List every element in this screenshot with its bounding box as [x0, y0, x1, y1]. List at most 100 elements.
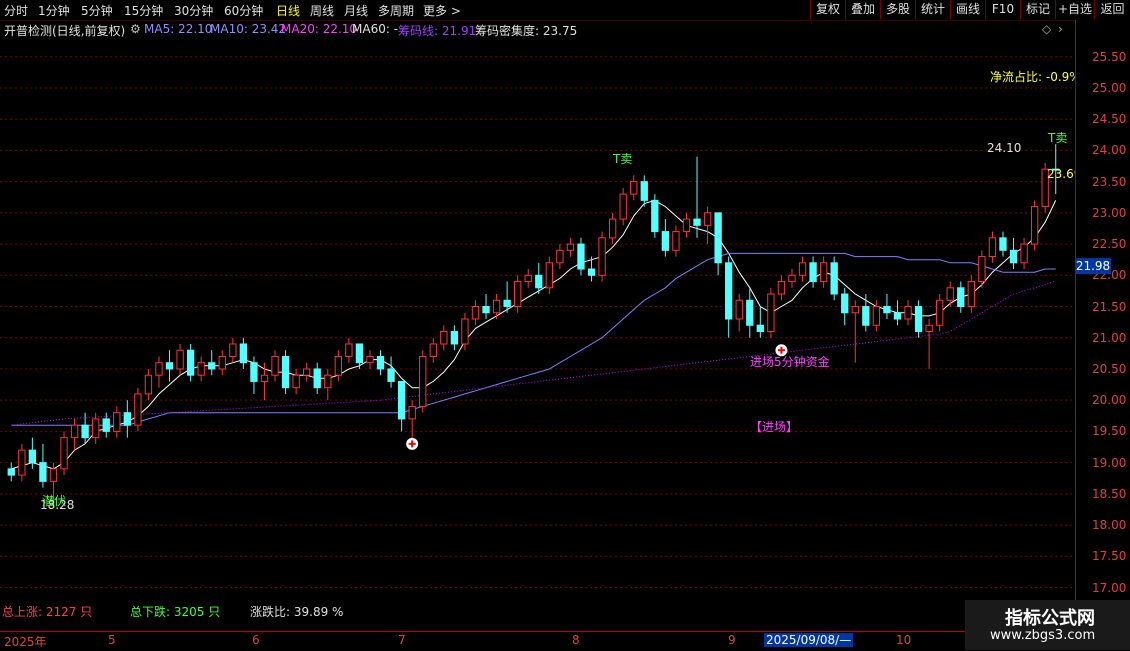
time-label-jul: 7: [398, 633, 406, 647]
price-tick-label: 19.00: [1092, 455, 1127, 470]
price-tick-label: 20.50: [1092, 361, 1127, 376]
indicator-info-bar: 开普检测(日线,前复权) ⚙ MA5: 22.10 MA10: 23.42 MA…: [0, 20, 1075, 38]
candle-body: [292, 374, 300, 389]
price-tick-label: 21.50: [1092, 299, 1127, 314]
candle-body: [661, 231, 670, 251]
lurk-label: 潜伏: [42, 494, 67, 508]
price-tick-label: 17.50: [1092, 549, 1127, 564]
f10-button[interactable]: F10: [985, 0, 1020, 19]
candle-body: [1009, 249, 1018, 264]
time-label-oct: 10: [896, 633, 912, 647]
price-tick-label: 22.50: [1092, 237, 1127, 252]
chip-density-value: 筹码密集度: 23.75: [475, 24, 578, 38]
candle-body: [798, 262, 807, 276]
period-weekly[interactable]: 周线: [310, 2, 334, 19]
scroll-right-icon[interactable]: ›: [1058, 22, 1063, 36]
overlay-button[interactable]: 叠加: [845, 0, 880, 19]
candle-body: [819, 262, 828, 283]
candle-body: [630, 181, 638, 195]
add-watchlist-button[interactable]: +自选: [1055, 0, 1094, 19]
price-tick-label: 19.50: [1092, 424, 1127, 439]
price-tick-label: 23.00: [1092, 205, 1127, 220]
candle-body: [229, 343, 237, 357]
candle-body: [703, 212, 712, 226]
candle-body: [957, 287, 965, 308]
time-axis: 2025年 5 6 7 8 9 2025/09/08/— 10: [0, 631, 1075, 651]
current-price-tag: 21.98: [1075, 258, 1111, 274]
candle-body: [134, 393, 142, 426]
period-60min[interactable]: 60分钟: [224, 2, 263, 19]
candle-body: [714, 212, 722, 264]
candle-body: [176, 349, 184, 370]
settings-icon[interactable]: ⚙: [130, 22, 141, 36]
period-multi[interactable]: 多周期: [378, 2, 414, 19]
candle-body: [556, 249, 564, 264]
candle-body: [28, 449, 37, 464]
candle-body: [978, 256, 986, 283]
candle-body: [788, 274, 796, 283]
chip-line-value: 筹码线: 21.91: [398, 24, 477, 38]
candle-body: [81, 424, 89, 439]
candle-body: [123, 412, 131, 426]
candle-body: [735, 299, 743, 320]
period-15min[interactable]: 15分钟: [124, 2, 163, 19]
candle-body: [725, 262, 733, 320]
price-tick-label: 25.50: [1092, 49, 1127, 64]
period-1min[interactable]: 1分钟: [38, 2, 70, 19]
candle-body: [777, 281, 786, 295]
candle-body: [587, 268, 596, 276]
stats-button[interactable]: 统计: [915, 0, 950, 19]
period-minute-chart[interactable]: 分时: [4, 2, 28, 19]
price-tick-label: 17.00: [1092, 580, 1127, 595]
candle-body: [904, 306, 912, 320]
price-tick-label: 25.00: [1092, 80, 1127, 95]
period-daily[interactable]: 日线: [276, 2, 300, 19]
candle-body: [872, 306, 881, 326]
candle-body: [218, 355, 226, 370]
buy-signal-icon: [406, 437, 419, 450]
total-down-count: 总下跌: 3205 只: [130, 605, 221, 619]
fuquan-button[interactable]: 复权: [810, 0, 845, 19]
candle-body: [862, 306, 870, 326]
multi-stock-button[interactable]: 多股: [880, 0, 915, 19]
candle-body: [461, 318, 469, 345]
mark-button[interactable]: 标记: [1020, 0, 1055, 19]
back-button[interactable]: 返回: [1094, 0, 1130, 19]
candle-body: [756, 324, 764, 332]
candle-body: [524, 274, 532, 283]
ma10-value: MA10: 23.42: [210, 22, 287, 36]
collapse-icon[interactable]: ◇: [1042, 22, 1051, 36]
time-label-jun: 6: [252, 633, 260, 647]
cursor-date-label: 2025/09/08/—: [764, 633, 854, 647]
price-tick-label: 18.50: [1092, 486, 1127, 501]
period-monthly[interactable]: 月线: [344, 2, 368, 19]
stock-title: 开普检测(日线,前复权): [4, 24, 126, 38]
time-label-sep: 9: [728, 633, 736, 647]
series-line-2: [11, 280, 1056, 426]
candle-body: [566, 243, 575, 251]
candle-body: [144, 374, 153, 395]
period-30min[interactable]: 30分钟: [174, 2, 213, 19]
candle-body: [271, 355, 279, 376]
watermark-url: www.zbgs3.com: [990, 628, 1096, 643]
candle-body: [503, 299, 511, 308]
price-axis: 25.50 25.00 24.50 24.00 23.50 23.00 22.50 22.00…: [1075, 20, 1130, 631]
draw-line-button[interactable]: 画线: [950, 0, 985, 19]
candle-body: [535, 274, 543, 289]
candle-body: [440, 330, 448, 345]
t-sell-label-left: T卖: [613, 152, 633, 166]
kline-chart[interactable]: [0, 38, 1075, 600]
candle-body: [345, 343, 353, 357]
ma60-value: MA60: -: [352, 22, 399, 36]
candle-body: [651, 199, 659, 233]
candle-body: [893, 312, 902, 320]
up-down-ratio: 涨跌比: 39.89 %: [250, 605, 344, 619]
candle-body: [914, 306, 923, 332]
watermark-title: 指标公式网: [1005, 608, 1095, 629]
period-5min[interactable]: 5分钟: [81, 2, 113, 19]
candle-body: [102, 418, 110, 432]
time-label-aug: 8: [572, 633, 580, 647]
candle-body: [324, 374, 332, 389]
period-more[interactable]: 更多 >: [423, 2, 461, 19]
candle-body: [49, 468, 58, 482]
